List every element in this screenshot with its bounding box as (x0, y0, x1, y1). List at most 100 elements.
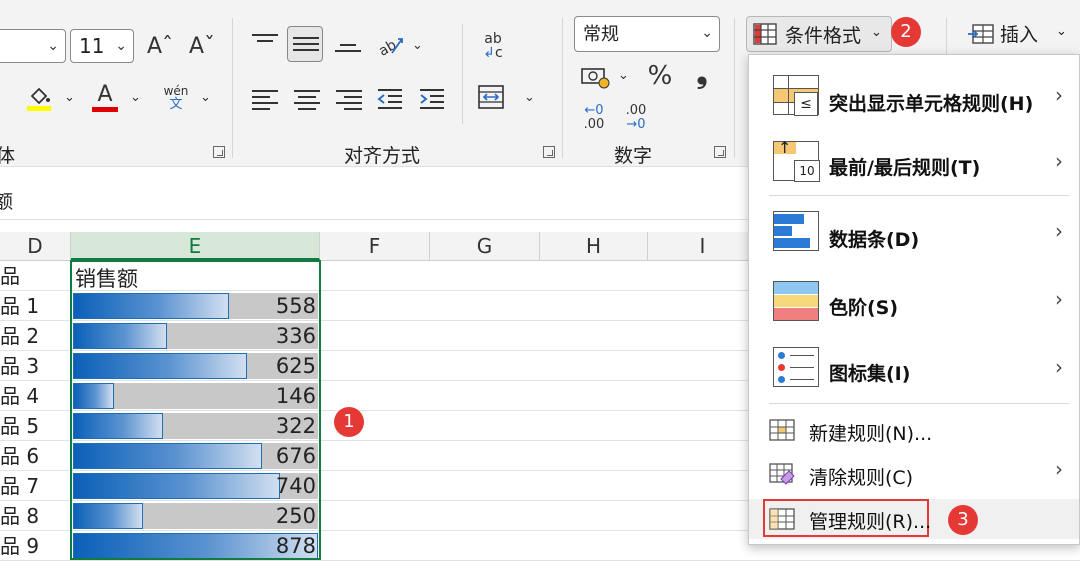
chevron-down-icon[interactable]: ⌄ (64, 90, 75, 105)
chevron-right-icon: › (1055, 83, 1063, 107)
menu-item-data-bars[interactable]: 数据条(D) › (749, 201, 1079, 265)
top-bottom-icon: ↑ 10 (773, 138, 820, 182)
chevron-down-icon[interactable]: ⌄ (200, 90, 211, 105)
sales-header-text: 销售额 (75, 267, 138, 291)
fill-color-button[interactable] (24, 82, 54, 114)
chevron-right-icon: › (1055, 149, 1063, 173)
font-color-swatch (92, 106, 118, 112)
insert-cells-icon (968, 24, 994, 44)
chevron-down-icon: ⌄ (871, 25, 882, 40)
comma-style-button[interactable]: ❟ (688, 57, 716, 90)
sales-value-text: 625 (275, 354, 316, 378)
cell-e-sales-value[interactable]: 625 (71, 351, 320, 381)
manage-rules-icon (769, 508, 795, 530)
cell-d-product-label[interactable]: 品 1 (0, 291, 70, 321)
menu-separator (769, 403, 1069, 404)
cell-d-product-label[interactable]: 品 4 (0, 381, 70, 411)
step-badge-3: 3 (948, 505, 978, 535)
merge-cells-icon (478, 85, 504, 109)
menu-item-manage-rules[interactable]: 管理规则(R)... (749, 499, 1079, 539)
merge-center-button[interactable] (476, 82, 506, 112)
clear-rules-icon (769, 463, 795, 485)
data-bar (73, 443, 262, 469)
align-middle-button[interactable] (287, 26, 323, 62)
decrease-indent-button[interactable] (374, 84, 406, 114)
cell-d-product-label[interactable]: 品 7 (0, 471, 70, 501)
cell-d-product-label[interactable]: 品 6 (0, 441, 70, 471)
decrease-font-size-button[interactable]: Aˇ (184, 28, 220, 64)
font-size-combo[interactable]: 11 ⌄ (70, 29, 134, 63)
increase-font-size-button[interactable]: Aˆ (142, 28, 178, 64)
orientation-button[interactable]: ab (374, 30, 406, 62)
cell-d-product-label[interactable]: 品 3 (0, 351, 70, 381)
cell-d-product-label[interactable]: 品 8 (0, 501, 70, 531)
font-dialog-launcher[interactable] (213, 146, 225, 158)
column-header-g[interactable]: G (430, 232, 540, 260)
font-name-combo[interactable]: ⌄ (0, 29, 66, 63)
menu-item-new-rule[interactable]: 新建规则(N)... (749, 409, 1079, 453)
chevron-down-icon[interactable]: ⌄ (524, 90, 535, 105)
cell-d-product-label[interactable]: 品 2 (0, 321, 70, 351)
font-color-button[interactable]: A (90, 80, 120, 114)
conditional-formatting-button[interactable]: 条件格式 ⌄ (746, 16, 892, 52)
align-left-icon[interactable] (252, 86, 278, 114)
insert-cells-button[interactable]: 插入 ⌄ (964, 16, 1080, 52)
menu-item-clear-rules[interactable]: 清除规则(C) › (749, 453, 1079, 497)
chevron-down-icon: ⌄ (1056, 24, 1067, 39)
cell-d-header[interactable]: 品 (0, 261, 70, 291)
icon-sets-icon (773, 347, 819, 387)
cell-e-sales-value[interactable]: 558 (71, 291, 320, 321)
align-center-icon[interactable] (294, 86, 320, 114)
increase-decimal-button[interactable]: ←0 .00 (578, 100, 610, 136)
cell-d-product-label[interactable]: 品 5 (0, 411, 70, 441)
chevron-right-icon: › (1055, 355, 1063, 379)
align-top-icon[interactable] (252, 30, 278, 46)
cell-e-sales-value[interactable]: 336 (71, 321, 320, 351)
cell-e-sales-value[interactable]: 322 (71, 411, 320, 441)
column-header-f[interactable]: F (320, 232, 430, 260)
align-right-icon[interactable] (336, 86, 362, 114)
wrap-text-button[interactable]: ab ↲c (476, 28, 510, 64)
cell-e-sales-value[interactable]: 740 (71, 471, 320, 501)
chevron-down-icon[interactable]: ⌄ (130, 90, 141, 105)
chevron-right-icon: › (1055, 219, 1063, 243)
align-bottom-icon[interactable] (335, 40, 361, 56)
increase-indent-button[interactable] (416, 84, 448, 114)
menu-item-highlight-cells-rules[interactable]: ≤ 突出显示单元格规则(H) › (749, 61, 1079, 131)
chevron-down-icon[interactable]: ⌄ (412, 38, 423, 53)
chevron-down-icon: ⌄ (701, 25, 713, 41)
decrease-decimal-button[interactable]: .00 →0 (620, 100, 652, 136)
separator (562, 18, 563, 158)
color-scales-icon (773, 281, 819, 321)
number-dialog-launcher[interactable] (714, 146, 726, 158)
column-header-d[interactable]: D (0, 232, 71, 260)
column-header-e[interactable]: E (71, 232, 320, 260)
number-format-combo[interactable]: 常规 ⌄ (574, 16, 720, 52)
sales-value-text: 740 (275, 474, 316, 498)
phonetic-guide-button[interactable]: wén 文 (160, 82, 192, 114)
number-format-value: 常规 (583, 24, 619, 45)
cell-d-product-label[interactable]: 品 9 (0, 531, 70, 561)
cell-e-sales-value[interactable]: 146 (71, 381, 320, 411)
accounting-format-button[interactable] (578, 62, 612, 92)
cell-e-sales-value[interactable]: 676 (71, 441, 320, 471)
menu-item-color-scales[interactable]: 色阶(S) › (749, 269, 1079, 335)
column-header-i[interactable]: I (648, 232, 758, 260)
currency-icon (581, 68, 610, 89)
chevron-down-icon[interactable]: ⌄ (618, 68, 629, 83)
cell-e-sales-value[interactable]: 878 (71, 531, 320, 561)
formula-bar-text: 额 (0, 191, 14, 213)
cell-e-header[interactable]: 销售额 (71, 261, 320, 291)
chevron-right-icon: › (1055, 287, 1063, 311)
menu-item-icon-sets[interactable]: 图标集(I) › (749, 337, 1079, 401)
menu-item-top-bottom-rules[interactable]: ↑ 10 最前/最后规则(T) › (749, 131, 1079, 195)
highlight-cells-icon: ≤ (773, 75, 819, 116)
data-bar (73, 473, 280, 499)
data-bars-icon (773, 211, 819, 251)
sales-value-text: 336 (275, 324, 316, 348)
column-header-h[interactable]: H (540, 232, 648, 260)
alignment-dialog-launcher[interactable] (543, 146, 555, 158)
percent-style-button[interactable]: % (644, 60, 676, 92)
cell-e-sales-value[interactable]: 250 (71, 501, 320, 531)
sales-value-text: 878 (275, 534, 316, 558)
